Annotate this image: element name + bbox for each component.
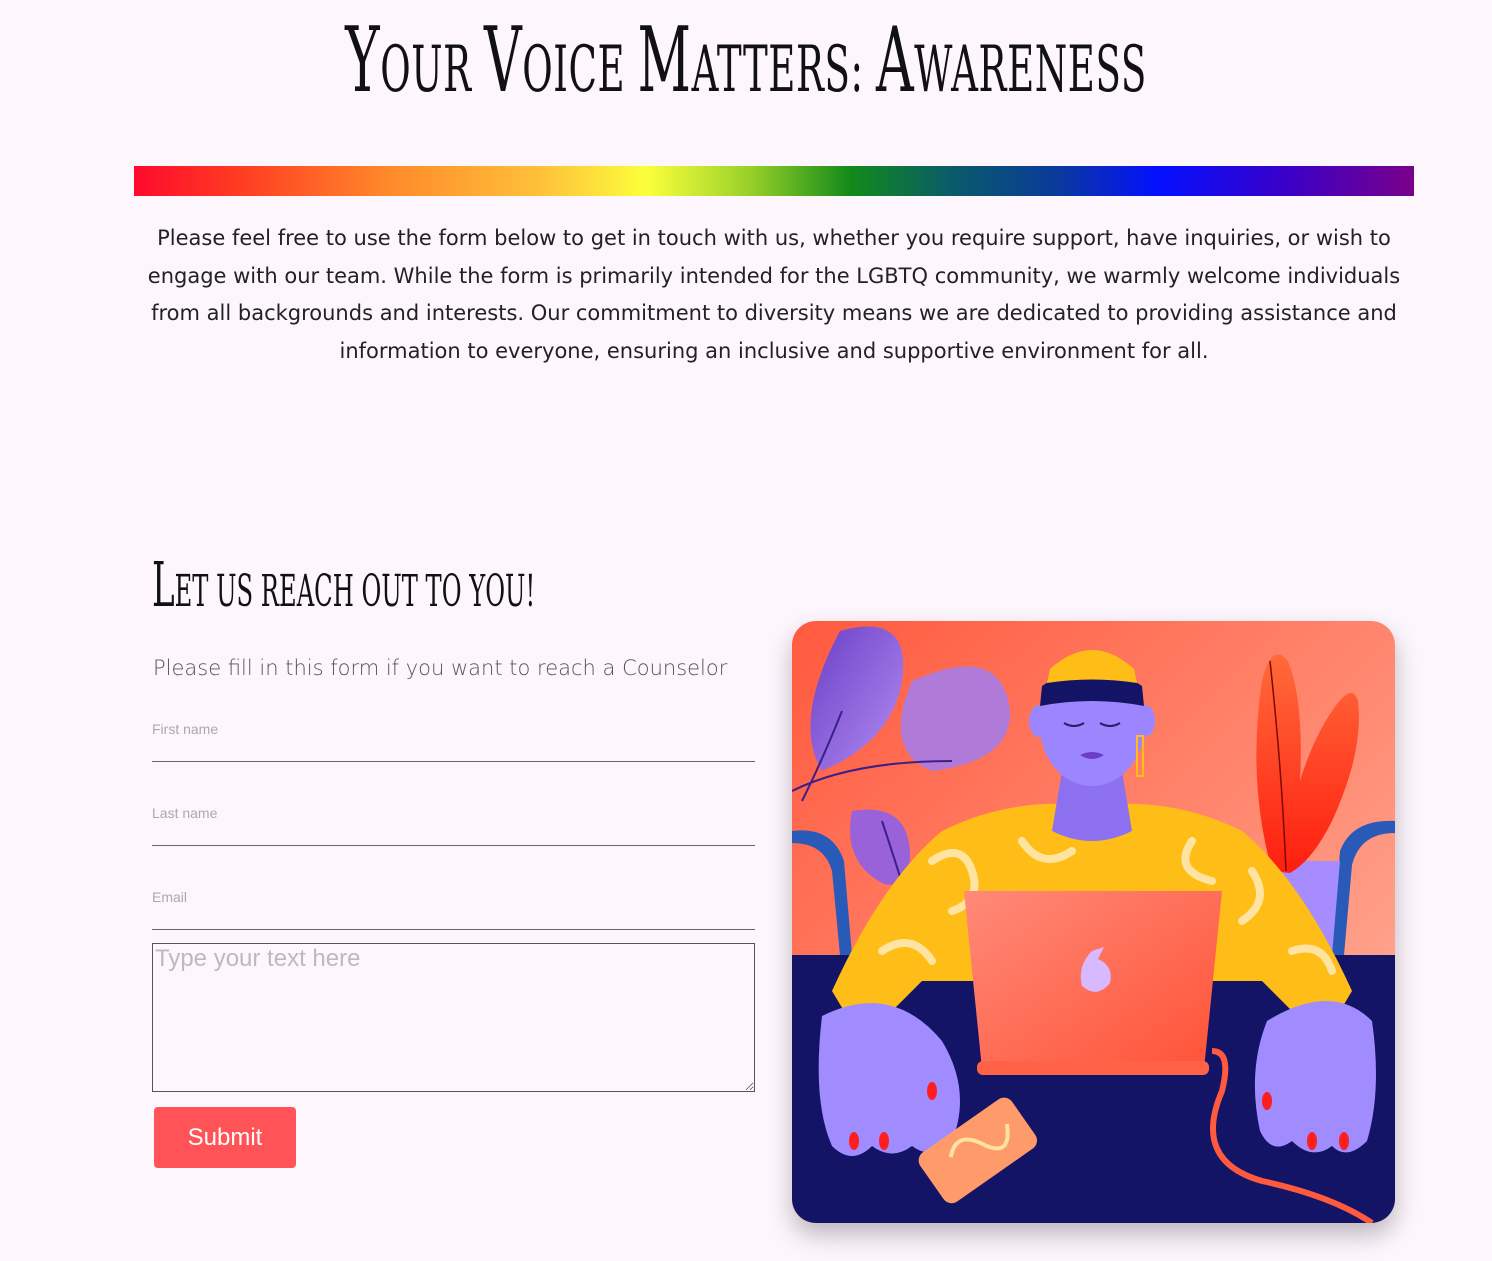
title-word: Your (345, 8, 484, 113)
form-heading: Let us reach out to you! (152, 548, 536, 621)
intro-text: Please feel free to use the form below t… (147, 226, 1401, 363)
email-field[interactable]: Email (152, 889, 755, 930)
title-word: Matters: (637, 8, 876, 113)
last-name-label: Last name (152, 805, 218, 821)
page-title: Your Voice Matters: Awareness (313, 6, 1178, 125)
rainbow-divider (134, 166, 1414, 196)
title-word: Awareness (875, 8, 1147, 113)
first-name-input[interactable] (152, 739, 755, 761)
last-name-input[interactable] (152, 823, 755, 845)
message-textarea[interactable] (152, 943, 755, 1092)
email-label: Email (152, 889, 188, 905)
email-input[interactable] (152, 907, 755, 929)
form-subtitle: Please fill in this form if you want to … (153, 656, 728, 680)
title-word: Voice (483, 8, 638, 113)
submit-button[interactable]: Submit (154, 1107, 296, 1168)
page: Your Voice Matters: Awareness Please fee… (0, 0, 1492, 1261)
first-name-field[interactable]: First name (152, 721, 755, 762)
first-name-label: First name (152, 721, 219, 737)
person-at-laptop-illustration (792, 621, 1395, 1223)
last-name-field[interactable]: Last name (152, 805, 755, 846)
